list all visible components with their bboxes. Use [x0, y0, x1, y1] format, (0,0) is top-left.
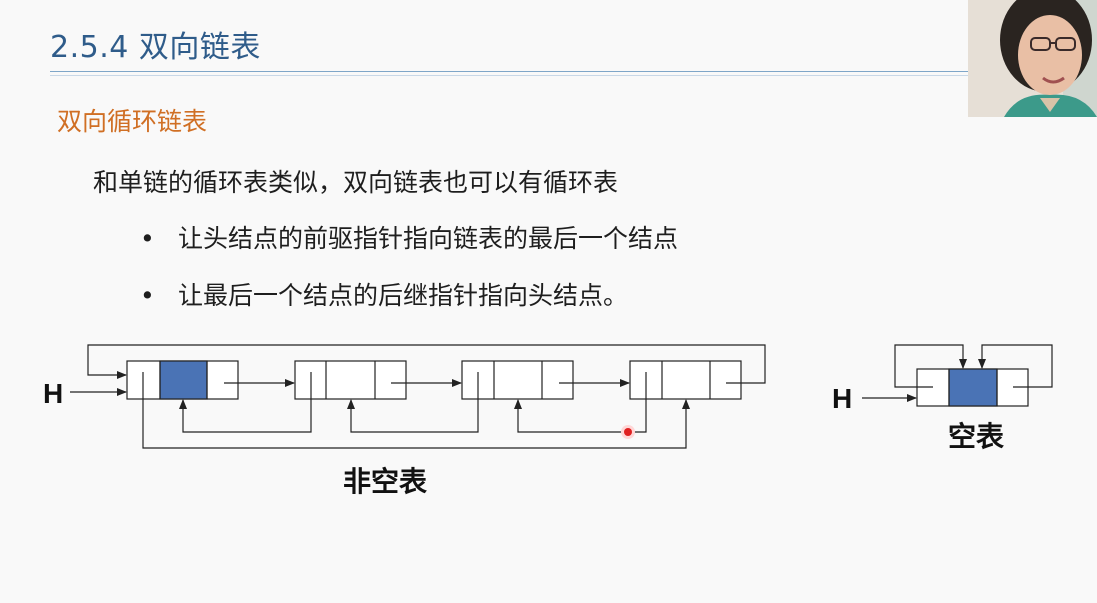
empty-caption: 空表 — [948, 420, 1004, 452]
empty-head-pointer-label: H — [832, 383, 852, 414]
list-node-head — [126, 360, 239, 400]
list-node — [294, 360, 407, 400]
nonempty-list: H 非空表 — [43, 344, 766, 497]
list-node — [461, 360, 574, 400]
head-pointer-label: H — [43, 378, 63, 409]
empty-head-node — [916, 368, 1029, 407]
linked-list-diagram: H 非空表 H 空表 — [43, 344, 1053, 497]
empty-list: H 空表 — [832, 344, 1053, 452]
slide: 2.5.4 双向链表 双向循环链表 和单链的循环表类似，双向链表也可以有循环表 … — [0, 0, 1097, 603]
laser-pointer-dot — [621, 425, 635, 439]
presenter-video-frame — [968, 0, 1097, 117]
list-node-last — [629, 360, 742, 400]
presenter-webcam — [968, 0, 1097, 117]
nonempty-caption: 非空表 — [343, 465, 427, 497]
